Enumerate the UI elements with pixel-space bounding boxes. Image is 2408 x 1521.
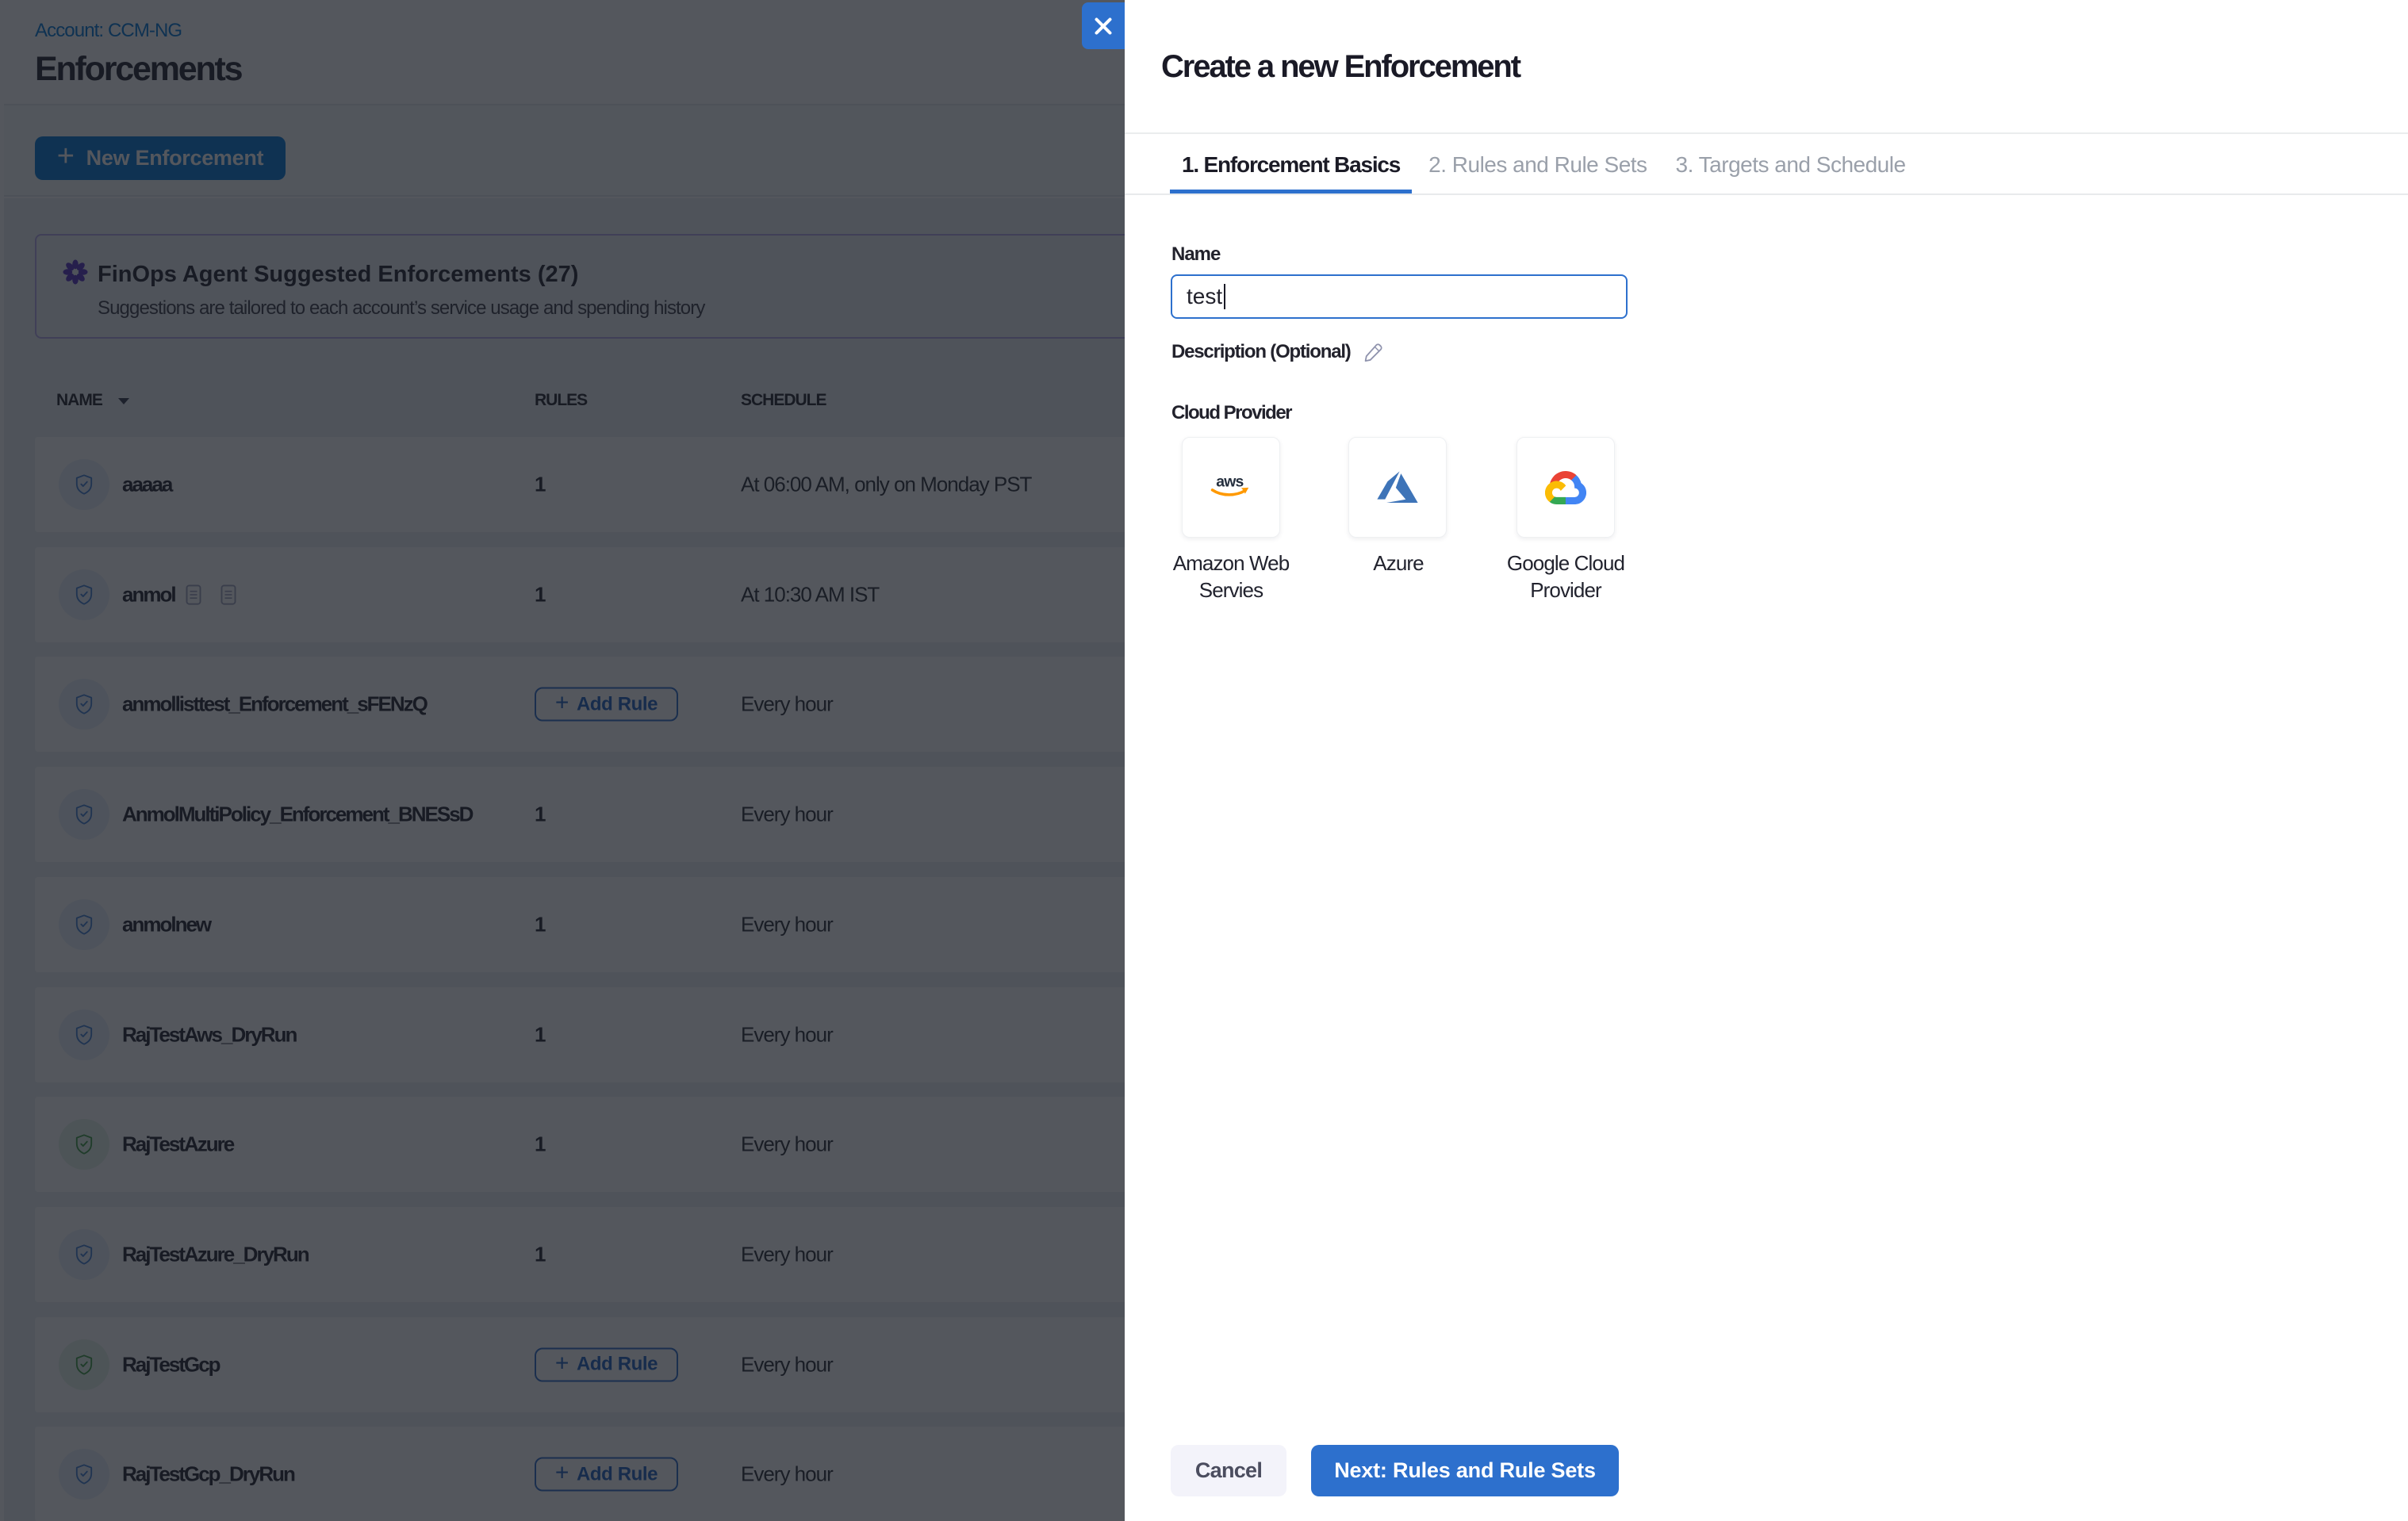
svg-text:aws: aws xyxy=(1216,474,1243,490)
